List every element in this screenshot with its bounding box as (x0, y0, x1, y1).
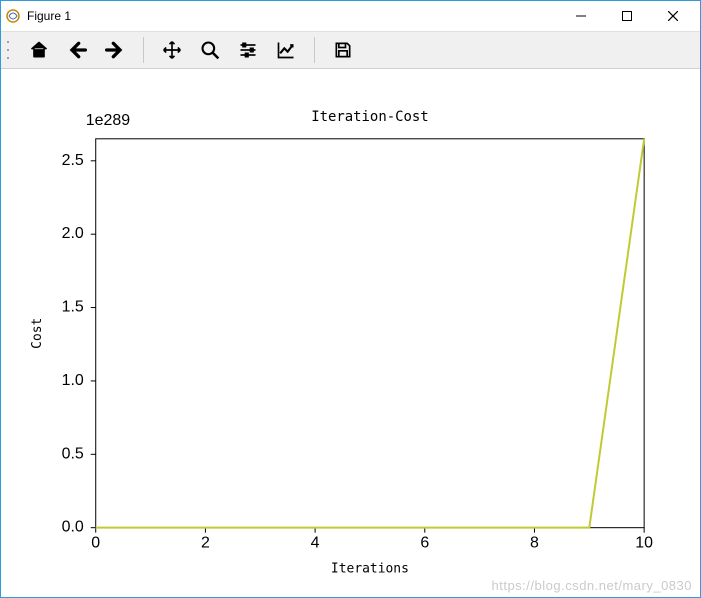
chart-line-icon (276, 40, 296, 60)
chart-svg: 0 2 4 6 8 10 0.0 0.5 1.0 1.5 2.0 2.5 1e289 Iterations… (1, 69, 700, 597)
arrow-right-icon (105, 40, 125, 60)
svg-text:0.0: 0.0 (62, 519, 84, 536)
pan-button[interactable] (154, 35, 190, 65)
svg-text:6: 6 (420, 535, 429, 552)
home-icon (29, 40, 49, 60)
svg-text:Iteration-Cost: Iteration-Cost (311, 109, 428, 125)
close-button[interactable] (650, 1, 696, 31)
svg-text:2.0: 2.0 (62, 225, 84, 242)
zoom-button[interactable] (192, 35, 228, 65)
window-titlebar: Figure 1 (1, 1, 700, 31)
svg-text:8: 8 (530, 535, 539, 552)
svg-text:1.0: 1.0 (62, 372, 84, 389)
svg-text:2: 2 (201, 535, 210, 552)
svg-text:Cost: Cost (30, 318, 45, 349)
plot-canvas[interactable]: 0 2 4 6 8 10 0.0 0.5 1.0 1.5 2.0 2.5 1e289 Iterations… (1, 69, 700, 597)
svg-text:0.5: 0.5 (62, 445, 84, 462)
svg-text:1e289: 1e289 (86, 112, 130, 129)
maximize-button[interactable] (604, 1, 650, 31)
save-button[interactable] (325, 35, 361, 65)
toolbar-grip (7, 38, 13, 62)
matplotlib-toolbar (1, 31, 700, 69)
configure-button[interactable] (230, 35, 266, 65)
sliders-icon (238, 40, 258, 60)
back-button[interactable] (59, 35, 95, 65)
edit-axes-button[interactable] (268, 35, 304, 65)
save-icon (333, 40, 353, 60)
svg-text:10: 10 (635, 535, 653, 552)
svg-text:2.5: 2.5 (62, 152, 84, 169)
minimize-button[interactable] (558, 1, 604, 31)
toolbar-separator (314, 37, 315, 63)
move-icon (162, 40, 182, 60)
svg-text:1.5: 1.5 (62, 299, 84, 316)
window-title: Figure 1 (27, 9, 71, 23)
toolbar-separator (143, 37, 144, 63)
arrow-left-icon (67, 40, 87, 60)
zoom-icon (200, 40, 220, 60)
window-controls (558, 1, 696, 31)
home-button[interactable] (21, 35, 57, 65)
app-icon (5, 8, 21, 24)
svg-text:Iterations: Iterations (331, 562, 409, 577)
svg-text:4: 4 (311, 535, 320, 552)
forward-button[interactable] (97, 35, 133, 65)
svg-text:0: 0 (91, 535, 100, 552)
